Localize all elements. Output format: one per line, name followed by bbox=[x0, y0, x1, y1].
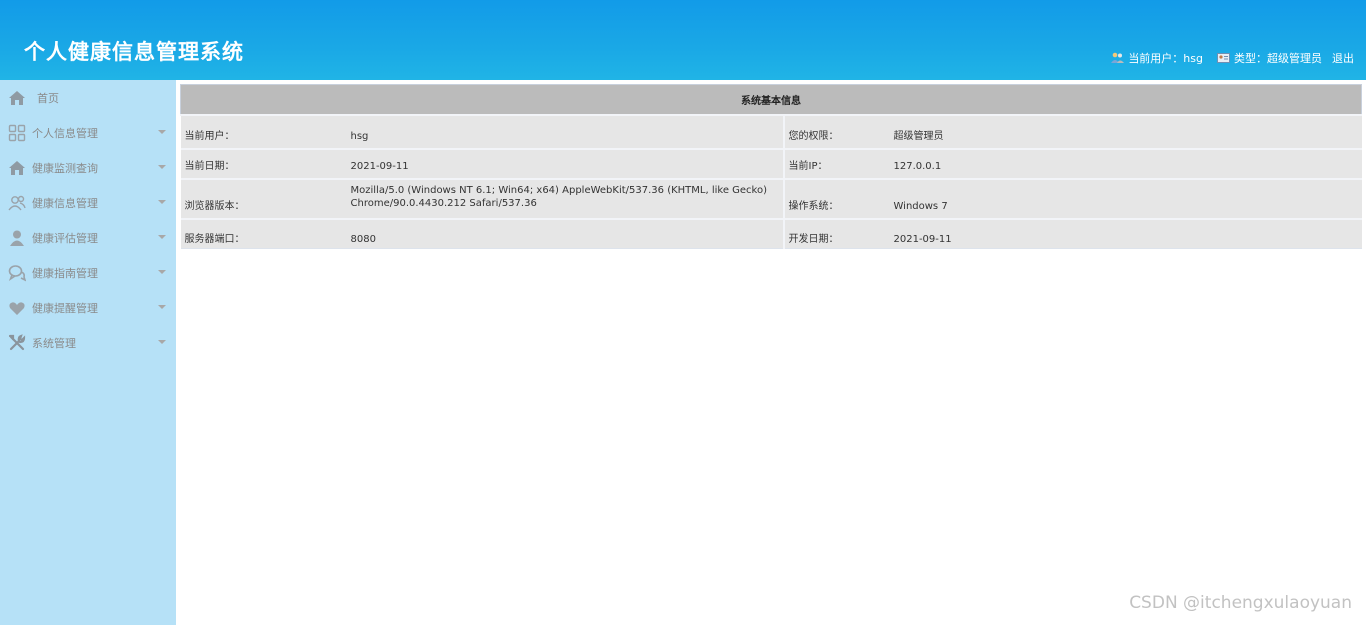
current-user-text: 当前用户：hsg bbox=[1128, 52, 1203, 65]
sidebar-item-health-assessment[interactable]: 健康评估管理 bbox=[0, 220, 176, 255]
logout-link[interactable]: 退出 bbox=[1332, 50, 1354, 66]
label-server-port: 服务器端口： bbox=[180, 217, 347, 249]
label-current-date: 当前日期： bbox=[180, 147, 347, 179]
label-current-ip: 当前IP： bbox=[782, 147, 890, 179]
heart-icon bbox=[8, 299, 26, 317]
chevron-down-icon bbox=[158, 165, 166, 169]
sidebar: 首页 个人信息管理 健康监测查询 健康信息管理 健康评估管理 健康指南管理 健康… bbox=[0, 80, 176, 625]
grid-icon bbox=[8, 124, 26, 142]
sidebar-item-health-monitoring[interactable]: 健康监测查询 bbox=[0, 150, 176, 185]
chevron-down-icon bbox=[158, 270, 166, 274]
value-permission: 超级管理员 bbox=[889, 113, 1362, 149]
user-icon bbox=[8, 229, 26, 247]
value-current-date: 2021-09-11 bbox=[346, 147, 784, 179]
value-os: Windows 7 bbox=[889, 177, 1362, 219]
user-info-bar: 当前用户：hsg 类型：超级管理员 退出 bbox=[1111, 50, 1354, 66]
label-os: 操作系统： bbox=[782, 177, 890, 219]
sidebar-item-home[interactable]: 首页 bbox=[0, 80, 176, 115]
sidebar-item-health-reminder[interactable]: 健康提醒管理 bbox=[0, 290, 176, 325]
sidebar-item-label: 系统管理 bbox=[32, 336, 76, 350]
value-dev-date: 2021-09-11 bbox=[889, 217, 1362, 249]
table-title: 系统基本信息 bbox=[180, 84, 1362, 115]
sidebar-item-label: 个人信息管理 bbox=[32, 126, 98, 140]
watermark: CSDN @itchengxulaoyuan bbox=[1129, 593, 1352, 613]
home-icon bbox=[8, 89, 26, 107]
sidebar-item-system-management[interactable]: 系统管理 bbox=[0, 325, 176, 360]
system-info-table: 系统基本信息 当前用户： hsg 您的权限： 超级管理员 当前日期： 2021-… bbox=[180, 84, 1362, 249]
chevron-down-icon bbox=[158, 340, 166, 344]
table-row: 服务器端口： 8080 开发日期： 2021-09-11 bbox=[180, 217, 1362, 249]
sidebar-item-label: 首页 bbox=[37, 91, 59, 105]
value-current-user: hsg bbox=[346, 113, 784, 149]
home-icon bbox=[8, 159, 26, 177]
chat-icon bbox=[8, 264, 27, 282]
users-icon bbox=[1111, 52, 1125, 64]
user-type-text: 类型：超级管理员 bbox=[1234, 52, 1322, 65]
value-browser-version: Mozilla/5.0 (Windows NT 6.1; Win64; x64)… bbox=[346, 177, 784, 219]
chevron-down-icon bbox=[158, 200, 166, 204]
sidebar-item-label: 健康指南管理 bbox=[32, 266, 98, 280]
value-server-port: 8080 bbox=[346, 217, 784, 249]
value-current-ip: 127.0.0.1 bbox=[889, 147, 1362, 179]
label-permission: 您的权限： bbox=[782, 113, 890, 149]
chevron-down-icon bbox=[158, 305, 166, 309]
id-card-icon bbox=[1217, 52, 1230, 64]
table-row: 当前日期： 2021-09-11 当前IP： 127.0.0.1 bbox=[180, 147, 1362, 179]
sidebar-item-label: 健康监测查询 bbox=[32, 161, 98, 175]
chevron-down-icon bbox=[158, 235, 166, 239]
sidebar-item-label: 健康信息管理 bbox=[32, 196, 98, 210]
app-title: 个人健康信息管理系统 bbox=[24, 39, 244, 64]
sidebar-item-health-info[interactable]: 健康信息管理 bbox=[0, 185, 176, 220]
sidebar-item-label: 健康评估管理 bbox=[32, 231, 98, 245]
label-current-user: 当前用户： bbox=[180, 113, 347, 149]
sidebar-item-personal-info[interactable]: 个人信息管理 bbox=[0, 115, 176, 150]
main-content: 系统基本信息 当前用户： hsg 您的权限： 超级管理员 当前日期： 2021-… bbox=[176, 80, 1366, 625]
users-icon bbox=[8, 194, 26, 212]
table-row: 浏览器版本： Mozilla/5.0 (Windows NT 6.1; Win6… bbox=[180, 177, 1362, 219]
top-header: 个人健康信息管理系统 当前用户：hsg 类型：超级管理员 退出 bbox=[0, 0, 1366, 80]
sidebar-item-health-guide[interactable]: 健康指南管理 bbox=[0, 255, 176, 290]
chevron-down-icon bbox=[158, 130, 166, 134]
table-row: 当前用户： hsg 您的权限： 超级管理员 bbox=[180, 113, 1362, 149]
sidebar-item-label: 健康提醒管理 bbox=[32, 301, 98, 315]
label-dev-date: 开发日期： bbox=[782, 217, 890, 249]
label-browser-version: 浏览器版本： bbox=[180, 177, 347, 219]
tools-icon bbox=[8, 333, 26, 352]
